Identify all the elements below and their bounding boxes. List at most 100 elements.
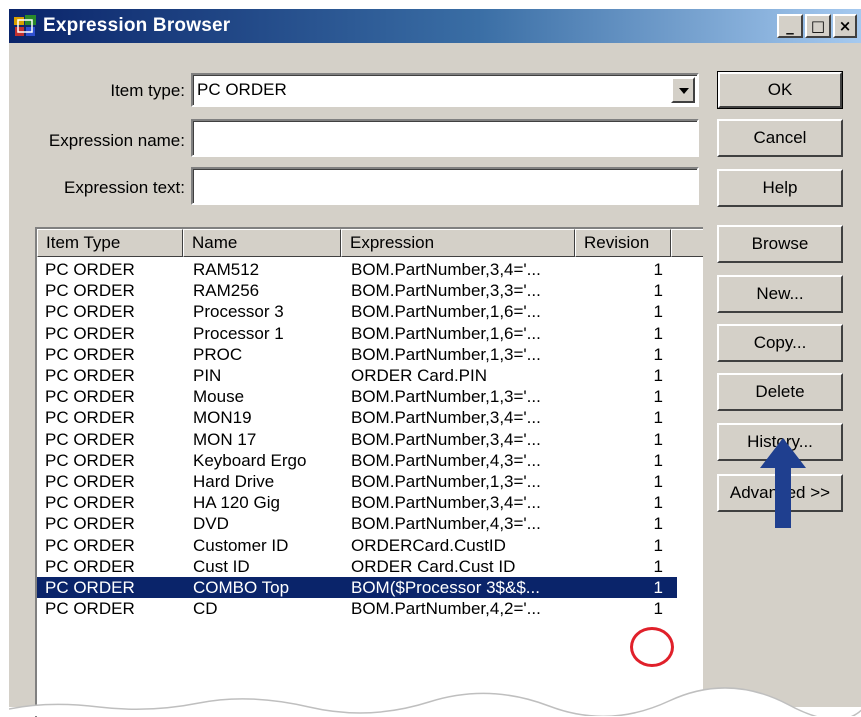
cell-expression: BOM($Processor 3$&$...	[351, 578, 540, 597]
cell-revision: 1	[653, 281, 663, 301]
expression-text-input[interactable]	[191, 167, 699, 205]
cancel-button[interactable]: Cancel	[717, 119, 843, 157]
cell-revision: 1	[653, 302, 663, 322]
table-row[interactable]: PC ORDER MON 17 BOM.PartNumber,3,4='... 1	[37, 429, 677, 450]
cell-item-type: PC ORDER	[45, 429, 135, 449]
minimize-button[interactable]: _	[777, 14, 803, 38]
cell-name: RAM512	[193, 260, 260, 279]
table-row[interactable]: PC ORDER Processor 3 BOM.PartNumber,1,6='.…	[37, 301, 677, 322]
cell-item-type: PC ORDER	[45, 599, 135, 619]
cell-revision: 1	[653, 260, 663, 279]
copy-button[interactable]: Copy...	[717, 324, 843, 362]
cell-revision: 1	[653, 408, 663, 428]
expression-text-label: Expression text:	[64, 178, 185, 197]
cell-name: CD	[193, 599, 218, 619]
table-row[interactable]: PC ORDER Customer ID ORDERCard.CustID 1	[37, 535, 677, 556]
cell-expression: BOM.PartNumber,4,3='...	[351, 450, 541, 470]
cell-name: RAM256	[193, 281, 260, 301]
up-arrow-icon	[760, 438, 806, 528]
close-button[interactable]: ×	[833, 14, 857, 38]
column-header-name[interactable]: Name	[183, 229, 341, 257]
cell-expression: BOM.PartNumber,3,4='...	[351, 408, 541, 428]
cell-item-type: PC ORDER	[45, 450, 135, 470]
cell-item-type: PC ORDER	[45, 408, 135, 428]
expression-name-label: Expression name:	[48, 131, 185, 150]
torn-edge	[9, 687, 861, 716]
cell-name: PIN	[193, 366, 222, 385]
table-row[interactable]: PC ORDER Processor 1 BOM.PartNumber,1,6='.…	[37, 323, 677, 344]
cell-expression: ORDER Card.PIN	[351, 366, 488, 385]
table-row[interactable]: PC ORDER CD BOM.PartNumber,4,2='... 1	[37, 598, 677, 619]
cell-revision: 1	[653, 387, 663, 407]
expression-name-input[interactable]	[191, 119, 699, 157]
revision-highlight-circle	[630, 627, 674, 667]
maximize-button[interactable]: □	[805, 14, 831, 38]
table-row[interactable]: PC ORDER Cust ID ORDER Card.Cust ID 1	[37, 556, 677, 577]
cell-expression: BOM.PartNumber,1,6='...	[351, 302, 541, 322]
cell-name: Customer ID	[193, 535, 289, 555]
chevron-down-icon[interactable]	[671, 77, 695, 103]
cell-revision: 1	[653, 493, 663, 513]
table-row[interactable]: PC ORDER DVD BOM.PartNumber,4,3='... 1	[37, 513, 677, 534]
cell-revision: 1	[653, 599, 663, 619]
cell-name: DVD	[193, 514, 229, 534]
cell-item-type: PC ORDER	[45, 302, 135, 322]
cell-item-type: PC ORDER	[45, 472, 135, 491]
cell-name: Hard Drive	[193, 472, 275, 491]
table-row[interactable]: PC ORDER PROC BOM.PartNumber,1,3='... 1	[37, 344, 677, 365]
cell-expression: BOM.PartNumber,1,3='...	[351, 344, 541, 364]
table-row[interactable]: PC ORDER HA 120 Gig BOM.PartNumber,3,4='..…	[37, 492, 677, 513]
table-row[interactable]: PC ORDER Hard Drive BOM.PartNumber,1,3='..…	[37, 471, 677, 492]
cell-item-type: PC ORDER	[45, 514, 135, 534]
table-row[interactable]: PC ORDER COMBO Top BOM($Processor 3$&$... 1	[37, 577, 677, 598]
expression-browser-window: Expression Browser _ □ × Item type: Expr…	[8, 8, 861, 717]
title-bar[interactable]: Expression Browser _ □ ×	[9, 9, 861, 43]
cell-revision: 1	[653, 556, 663, 576]
item-type-label: Item type:	[110, 81, 185, 100]
cell-revision: 1	[653, 429, 663, 449]
delete-button[interactable]: Delete	[717, 373, 843, 411]
item-type-value: PC ORDER	[197, 80, 287, 99]
item-type-select[interactable]: PC ORDER	[191, 73, 699, 107]
cell-revision: 1	[653, 472, 663, 491]
cell-expression: ORDER Card.Cust ID	[351, 556, 516, 576]
help-button[interactable]: Help	[717, 169, 843, 207]
cell-item-type: PC ORDER	[45, 493, 135, 513]
cell-item-type: PC ORDER	[45, 344, 135, 364]
cell-name: PROC	[193, 344, 243, 364]
table-row[interactable]: PC ORDER MON19 BOM.PartNumber,3,4='... 1	[37, 407, 677, 428]
column-header-expression[interactable]: Expression	[341, 229, 575, 257]
cell-expression: BOM.PartNumber,1,6='...	[351, 323, 541, 343]
cell-expression: BOM.PartNumber,3,4='...	[351, 493, 541, 513]
table-row[interactable]: PC ORDER Keyboard Ergo BOM.PartNumber,4,3=…	[37, 450, 677, 471]
cell-item-type: PC ORDER	[45, 323, 135, 343]
new-button[interactable]: New...	[717, 275, 843, 313]
table-row[interactable]: PC ORDER PIN ORDER Card.PIN 1	[37, 365, 677, 386]
column-header-item-type[interactable]: Item Type	[37, 229, 183, 257]
cell-name: COMBO Top	[193, 578, 290, 597]
ok-button[interactable]: OK	[717, 71, 843, 109]
cell-expression: BOM.PartNumber,4,2='...	[351, 599, 541, 619]
cell-name: Mouse	[193, 387, 245, 407]
cell-name: MON19	[193, 408, 252, 428]
cell-revision: 1	[653, 535, 663, 555]
expression-list[interactable]: Item Type Name Expression Revision PC OR…	[35, 227, 703, 717]
cell-expression: BOM.PartNumber,4,3='...	[351, 514, 541, 534]
cell-revision: 1	[653, 366, 663, 385]
cell-expression: BOM.PartNumber,3,4='...	[351, 260, 541, 279]
window-title: Expression Browser	[43, 15, 231, 36]
app-icon	[14, 15, 36, 36]
column-header-revision[interactable]: Revision	[575, 229, 671, 257]
cell-revision: 1	[653, 578, 663, 597]
cell-name: HA 120 Gig	[193, 493, 280, 513]
browse-button[interactable]: Browse	[717, 225, 843, 263]
table-row[interactable]: PC ORDER RAM256 BOM.PartNumber,3,3='... 1	[37, 280, 677, 301]
table-row[interactable]: PC ORDER RAM512 BOM.PartNumber,3,4='... 1	[37, 259, 677, 280]
cell-item-type: PC ORDER	[45, 281, 135, 301]
cell-expression: BOM.PartNumber,1,3='...	[351, 472, 541, 491]
cell-name: Keyboard Ergo	[193, 450, 307, 470]
cell-name: Cust ID	[193, 556, 250, 576]
cell-revision: 1	[653, 344, 663, 364]
cell-item-type: PC ORDER	[45, 366, 135, 385]
table-row[interactable]: PC ORDER Mouse BOM.PartNumber,1,3='... 1	[37, 386, 677, 407]
